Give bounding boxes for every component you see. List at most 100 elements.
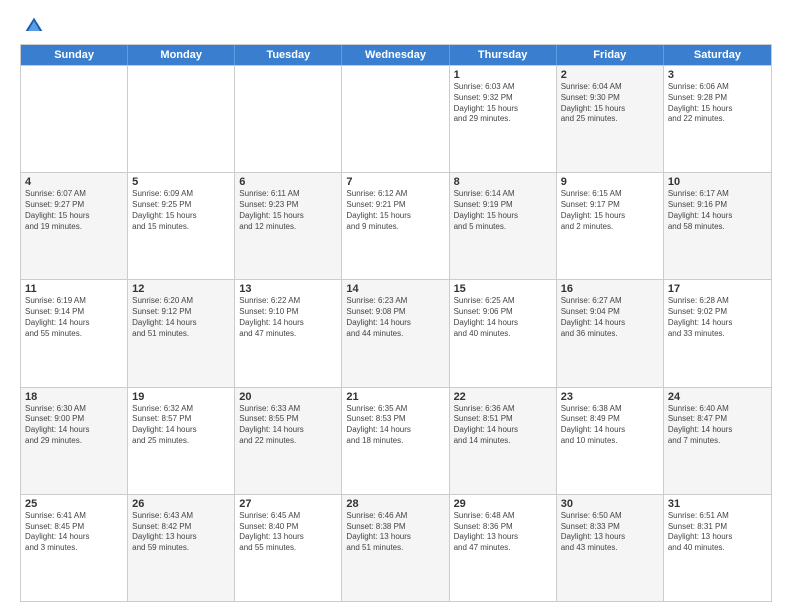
day-number: 15 xyxy=(454,283,552,295)
day-number: 24 xyxy=(668,391,767,403)
day-number: 12 xyxy=(132,283,230,295)
header-day-monday: Monday xyxy=(128,45,235,65)
day-info: Sunrise: 6:35 AM Sunset: 8:53 PM Dayligh… xyxy=(346,404,444,447)
calendar-row-0: 1Sunrise: 6:03 AM Sunset: 9:32 PM Daylig… xyxy=(21,65,771,172)
calendar-row-4: 25Sunrise: 6:41 AM Sunset: 8:45 PM Dayli… xyxy=(21,494,771,601)
calendar-row-1: 4Sunrise: 6:07 AM Sunset: 9:27 PM Daylig… xyxy=(21,172,771,279)
day-info: Sunrise: 6:19 AM Sunset: 9:14 PM Dayligh… xyxy=(25,296,123,339)
logo-icon xyxy=(24,16,44,36)
day-number: 11 xyxy=(25,283,123,295)
calendar-cell-1-5: 9Sunrise: 6:15 AM Sunset: 9:17 PM Daylig… xyxy=(557,173,664,279)
calendar-cell-3-2: 20Sunrise: 6:33 AM Sunset: 8:55 PM Dayli… xyxy=(235,388,342,494)
day-number: 30 xyxy=(561,498,659,510)
day-number: 16 xyxy=(561,283,659,295)
day-number: 9 xyxy=(561,176,659,188)
calendar-cell-1-1: 5Sunrise: 6:09 AM Sunset: 9:25 PM Daylig… xyxy=(128,173,235,279)
day-number: 21 xyxy=(346,391,444,403)
header-day-tuesday: Tuesday xyxy=(235,45,342,65)
header xyxy=(20,16,772,36)
day-number: 19 xyxy=(132,391,230,403)
day-info: Sunrise: 6:30 AM Sunset: 9:00 PM Dayligh… xyxy=(25,404,123,447)
day-info: Sunrise: 6:09 AM Sunset: 9:25 PM Dayligh… xyxy=(132,189,230,232)
day-info: Sunrise: 6:38 AM Sunset: 8:49 PM Dayligh… xyxy=(561,404,659,447)
calendar-row-3: 18Sunrise: 6:30 AM Sunset: 9:00 PM Dayli… xyxy=(21,387,771,494)
day-number: 29 xyxy=(454,498,552,510)
day-info: Sunrise: 6:17 AM Sunset: 9:16 PM Dayligh… xyxy=(668,189,767,232)
day-number: 2 xyxy=(561,69,659,81)
calendar-cell-0-4: 1Sunrise: 6:03 AM Sunset: 9:32 PM Daylig… xyxy=(450,66,557,172)
calendar-cell-2-0: 11Sunrise: 6:19 AM Sunset: 9:14 PM Dayli… xyxy=(21,280,128,386)
day-number: 20 xyxy=(239,391,337,403)
header-day-sunday: Sunday xyxy=(21,45,128,65)
day-number: 26 xyxy=(132,498,230,510)
day-number: 8 xyxy=(454,176,552,188)
day-number: 5 xyxy=(132,176,230,188)
day-info: Sunrise: 6:51 AM Sunset: 8:31 PM Dayligh… xyxy=(668,511,767,554)
calendar-cell-0-6: 3Sunrise: 6:06 AM Sunset: 9:28 PM Daylig… xyxy=(664,66,771,172)
day-info: Sunrise: 6:07 AM Sunset: 9:27 PM Dayligh… xyxy=(25,189,123,232)
logo xyxy=(20,16,44,36)
calendar-cell-1-6: 10Sunrise: 6:17 AM Sunset: 9:16 PM Dayli… xyxy=(664,173,771,279)
day-info: Sunrise: 6:50 AM Sunset: 8:33 PM Dayligh… xyxy=(561,511,659,554)
day-number: 27 xyxy=(239,498,337,510)
day-info: Sunrise: 6:27 AM Sunset: 9:04 PM Dayligh… xyxy=(561,296,659,339)
day-info: Sunrise: 6:12 AM Sunset: 9:21 PM Dayligh… xyxy=(346,189,444,232)
calendar-cell-3-6: 24Sunrise: 6:40 AM Sunset: 8:47 PM Dayli… xyxy=(664,388,771,494)
day-info: Sunrise: 6:33 AM Sunset: 8:55 PM Dayligh… xyxy=(239,404,337,447)
calendar-cell-3-5: 23Sunrise: 6:38 AM Sunset: 8:49 PM Dayli… xyxy=(557,388,664,494)
calendar-cell-3-4: 22Sunrise: 6:36 AM Sunset: 8:51 PM Dayli… xyxy=(450,388,557,494)
calendar-cell-1-3: 7Sunrise: 6:12 AM Sunset: 9:21 PM Daylig… xyxy=(342,173,449,279)
day-number: 17 xyxy=(668,283,767,295)
calendar-cell-0-1 xyxy=(128,66,235,172)
day-info: Sunrise: 6:46 AM Sunset: 8:38 PM Dayligh… xyxy=(346,511,444,554)
day-number: 28 xyxy=(346,498,444,510)
day-info: Sunrise: 6:14 AM Sunset: 9:19 PM Dayligh… xyxy=(454,189,552,232)
calendar-cell-4-3: 28Sunrise: 6:46 AM Sunset: 8:38 PM Dayli… xyxy=(342,495,449,601)
header-day-friday: Friday xyxy=(557,45,664,65)
calendar-cell-2-5: 16Sunrise: 6:27 AM Sunset: 9:04 PM Dayli… xyxy=(557,280,664,386)
day-info: Sunrise: 6:40 AM Sunset: 8:47 PM Dayligh… xyxy=(668,404,767,447)
calendar-cell-2-6: 17Sunrise: 6:28 AM Sunset: 9:02 PM Dayli… xyxy=(664,280,771,386)
day-info: Sunrise: 6:45 AM Sunset: 8:40 PM Dayligh… xyxy=(239,511,337,554)
calendar-cell-3-3: 21Sunrise: 6:35 AM Sunset: 8:53 PM Dayli… xyxy=(342,388,449,494)
day-info: Sunrise: 6:28 AM Sunset: 9:02 PM Dayligh… xyxy=(668,296,767,339)
calendar-cell-0-5: 2Sunrise: 6:04 AM Sunset: 9:30 PM Daylig… xyxy=(557,66,664,172)
day-number: 6 xyxy=(239,176,337,188)
day-info: Sunrise: 6:32 AM Sunset: 8:57 PM Dayligh… xyxy=(132,404,230,447)
calendar-cell-4-2: 27Sunrise: 6:45 AM Sunset: 8:40 PM Dayli… xyxy=(235,495,342,601)
day-number: 31 xyxy=(668,498,767,510)
calendar-body: 1Sunrise: 6:03 AM Sunset: 9:32 PM Daylig… xyxy=(21,65,771,601)
day-number: 10 xyxy=(668,176,767,188)
calendar-cell-2-4: 15Sunrise: 6:25 AM Sunset: 9:06 PM Dayli… xyxy=(450,280,557,386)
day-number: 23 xyxy=(561,391,659,403)
calendar-cell-3-0: 18Sunrise: 6:30 AM Sunset: 9:00 PM Dayli… xyxy=(21,388,128,494)
calendar-cell-2-1: 12Sunrise: 6:20 AM Sunset: 9:12 PM Dayli… xyxy=(128,280,235,386)
day-number: 7 xyxy=(346,176,444,188)
calendar-cell-0-0 xyxy=(21,66,128,172)
day-info: Sunrise: 6:25 AM Sunset: 9:06 PM Dayligh… xyxy=(454,296,552,339)
calendar-cell-4-4: 29Sunrise: 6:48 AM Sunset: 8:36 PM Dayli… xyxy=(450,495,557,601)
day-number: 4 xyxy=(25,176,123,188)
day-info: Sunrise: 6:06 AM Sunset: 9:28 PM Dayligh… xyxy=(668,82,767,125)
day-number: 13 xyxy=(239,283,337,295)
calendar-header: SundayMondayTuesdayWednesdayThursdayFrid… xyxy=(21,45,771,65)
calendar-cell-1-4: 8Sunrise: 6:14 AM Sunset: 9:19 PM Daylig… xyxy=(450,173,557,279)
day-info: Sunrise: 6:43 AM Sunset: 8:42 PM Dayligh… xyxy=(132,511,230,554)
day-info: Sunrise: 6:41 AM Sunset: 8:45 PM Dayligh… xyxy=(25,511,123,554)
calendar-cell-1-2: 6Sunrise: 6:11 AM Sunset: 9:23 PM Daylig… xyxy=(235,173,342,279)
header-day-wednesday: Wednesday xyxy=(342,45,449,65)
calendar-cell-2-3: 14Sunrise: 6:23 AM Sunset: 9:08 PM Dayli… xyxy=(342,280,449,386)
calendar-cell-4-0: 25Sunrise: 6:41 AM Sunset: 8:45 PM Dayli… xyxy=(21,495,128,601)
day-number: 22 xyxy=(454,391,552,403)
day-info: Sunrise: 6:36 AM Sunset: 8:51 PM Dayligh… xyxy=(454,404,552,447)
calendar-row-2: 11Sunrise: 6:19 AM Sunset: 9:14 PM Dayli… xyxy=(21,279,771,386)
day-info: Sunrise: 6:11 AM Sunset: 9:23 PM Dayligh… xyxy=(239,189,337,232)
day-info: Sunrise: 6:48 AM Sunset: 8:36 PM Dayligh… xyxy=(454,511,552,554)
calendar-cell-0-2 xyxy=(235,66,342,172)
day-info: Sunrise: 6:04 AM Sunset: 9:30 PM Dayligh… xyxy=(561,82,659,125)
day-info: Sunrise: 6:15 AM Sunset: 9:17 PM Dayligh… xyxy=(561,189,659,232)
day-number: 14 xyxy=(346,283,444,295)
calendar-cell-4-1: 26Sunrise: 6:43 AM Sunset: 8:42 PM Dayli… xyxy=(128,495,235,601)
header-day-saturday: Saturday xyxy=(664,45,771,65)
day-number: 3 xyxy=(668,69,767,81)
